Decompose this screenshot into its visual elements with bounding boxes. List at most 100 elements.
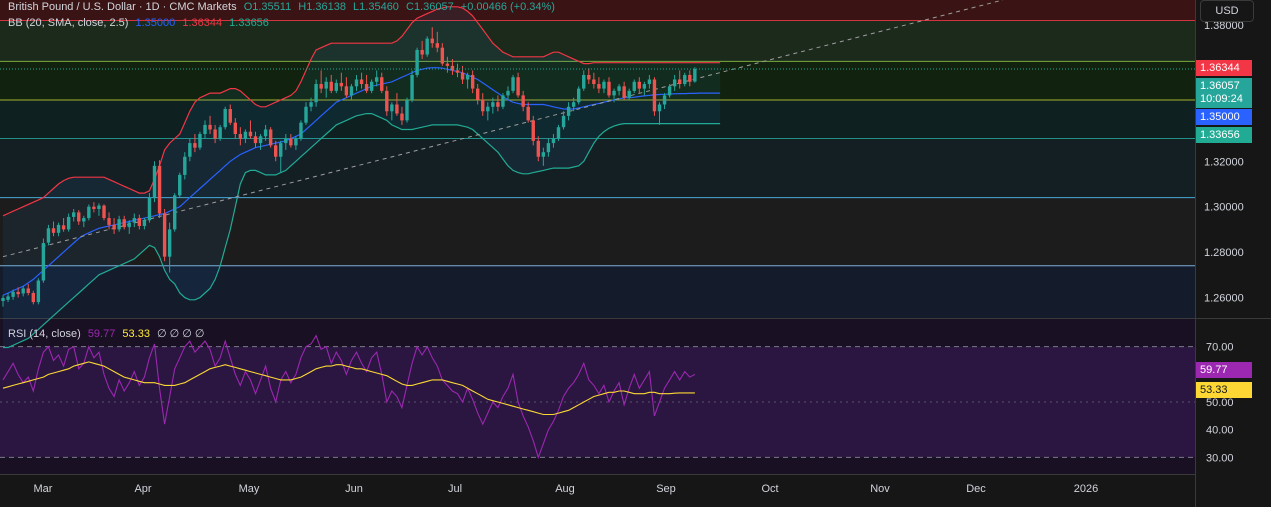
candle-body bbox=[501, 95, 505, 107]
candle-body bbox=[425, 38, 429, 55]
candle-body bbox=[435, 43, 439, 48]
candle-body bbox=[506, 90, 510, 96]
bar-countdown: 10:09:24 bbox=[1200, 93, 1243, 105]
rsi-value: 59.77 bbox=[87, 328, 116, 340]
candle-body bbox=[582, 74, 586, 89]
candle-body bbox=[61, 225, 66, 230]
candle-body bbox=[450, 65, 455, 71]
candle-body bbox=[496, 102, 500, 107]
time-tick-label: Nov bbox=[870, 483, 890, 495]
candle-body bbox=[309, 102, 313, 107]
candle-body bbox=[16, 291, 20, 295]
bb-label[interactable]: BB (20, SMA, close, 2.5) bbox=[8, 17, 128, 29]
bb-upper-tag: 1.36344 bbox=[1196, 60, 1252, 76]
candle-body bbox=[642, 84, 647, 89]
candle-body bbox=[612, 90, 616, 96]
candle-body bbox=[354, 79, 359, 87]
bb-upper-value: 1.36344 bbox=[182, 17, 223, 29]
candle-body bbox=[657, 104, 662, 112]
candle-body bbox=[112, 224, 116, 230]
time-tick-label: Aug bbox=[555, 483, 575, 495]
candle-body bbox=[122, 219, 126, 228]
candle-body bbox=[486, 106, 490, 112]
candle-body bbox=[470, 74, 475, 89]
candle-body bbox=[157, 165, 162, 214]
candle-body bbox=[92, 206, 96, 209]
candle-body bbox=[198, 134, 202, 148]
candle-body bbox=[294, 138, 298, 146]
candle-body bbox=[178, 174, 182, 196]
candle-body bbox=[445, 63, 450, 66]
candle-body bbox=[268, 129, 273, 146]
time-tick-label: Oct bbox=[761, 483, 778, 495]
symbol-title[interactable]: British Pound / U.S. Dollar · 1D · CMC M… bbox=[8, 1, 237, 13]
ohlc-change: +0.00466 (+0.34%) bbox=[460, 1, 555, 13]
candle-body bbox=[107, 218, 111, 225]
candle-body bbox=[571, 102, 576, 107]
ohlc-close: C1.36057 bbox=[406, 1, 454, 13]
rsi-ma-value: 53.33 bbox=[122, 328, 150, 340]
bb-basis-tag: 1.35000 bbox=[1196, 109, 1252, 125]
candle-body bbox=[31, 293, 35, 303]
bb-legend: BB (20, SMA, close, 2.5) 1.35000 1.36344… bbox=[8, 17, 273, 29]
rsi-label[interactable]: RSI (14, close) bbox=[8, 328, 81, 340]
rsi-tick-label: 40.00 bbox=[1206, 425, 1234, 437]
candle-body bbox=[359, 79, 364, 85]
chart-canvas[interactable]: 1.380001.360001.340001.320001.300001.280… bbox=[0, 0, 1271, 507]
candle-body bbox=[218, 127, 222, 139]
candle-body bbox=[526, 106, 530, 121]
candle-body bbox=[455, 70, 460, 73]
candle-body bbox=[546, 143, 551, 153]
candle-body bbox=[587, 74, 591, 80]
candle-body bbox=[117, 219, 121, 230]
candle-body bbox=[369, 81, 374, 91]
bb-lower-value: 1.33656 bbox=[229, 17, 269, 29]
candle-body bbox=[440, 47, 445, 64]
candle-body bbox=[400, 113, 404, 121]
candle-body bbox=[147, 197, 152, 221]
candle-body bbox=[46, 228, 51, 243]
time-tick-label: Sep bbox=[656, 483, 676, 495]
price-tick-label: 1.28000 bbox=[1204, 247, 1244, 259]
rsi-background bbox=[0, 319, 1195, 474]
candle-body bbox=[662, 95, 667, 105]
candle-body bbox=[380, 77, 384, 91]
ohlc-low: L1.35460 bbox=[353, 1, 399, 13]
candle-body bbox=[672, 79, 677, 87]
candle-body bbox=[592, 79, 596, 85]
candle-body bbox=[566, 106, 571, 116]
candle-body bbox=[183, 156, 187, 175]
candle-body bbox=[142, 220, 147, 227]
candle-body bbox=[314, 84, 318, 103]
candle-body bbox=[102, 205, 106, 219]
candle-body bbox=[617, 86, 621, 91]
candle-body bbox=[213, 129, 217, 139]
time-tick-label: Apr bbox=[134, 483, 151, 495]
candle-body bbox=[556, 127, 561, 139]
currency-button[interactable]: USD bbox=[1200, 0, 1254, 22]
candle-body bbox=[304, 106, 308, 123]
candle-body bbox=[577, 88, 581, 103]
candle-body bbox=[72, 212, 76, 217]
candle-body bbox=[349, 86, 354, 96]
candle-body bbox=[511, 77, 515, 91]
candle-body bbox=[243, 131, 248, 139]
time-tick-label: May bbox=[239, 483, 260, 495]
candle-body bbox=[531, 120, 535, 141]
bb-lower-tag: 1.33656 bbox=[1196, 127, 1252, 143]
candle-body bbox=[26, 288, 30, 294]
candle-body bbox=[375, 77, 379, 82]
candle-body bbox=[152, 165, 157, 198]
candle-body bbox=[203, 124, 207, 135]
rsi-legend: RSI (14, close) 59.77 53.33 ∅ ∅ ∅ ∅ bbox=[8, 327, 209, 340]
rsi-ma-tag: 53.33 bbox=[1196, 382, 1252, 398]
candle-body bbox=[385, 90, 389, 112]
candle-body bbox=[97, 205, 101, 209]
ohlc-high: H1.36138 bbox=[298, 1, 346, 13]
candle-body bbox=[253, 136, 258, 144]
candle-body bbox=[390, 104, 394, 112]
candle-body bbox=[11, 291, 15, 297]
candle-body bbox=[132, 218, 136, 223]
candle-body bbox=[667, 86, 672, 96]
candle-body bbox=[248, 131, 253, 137]
